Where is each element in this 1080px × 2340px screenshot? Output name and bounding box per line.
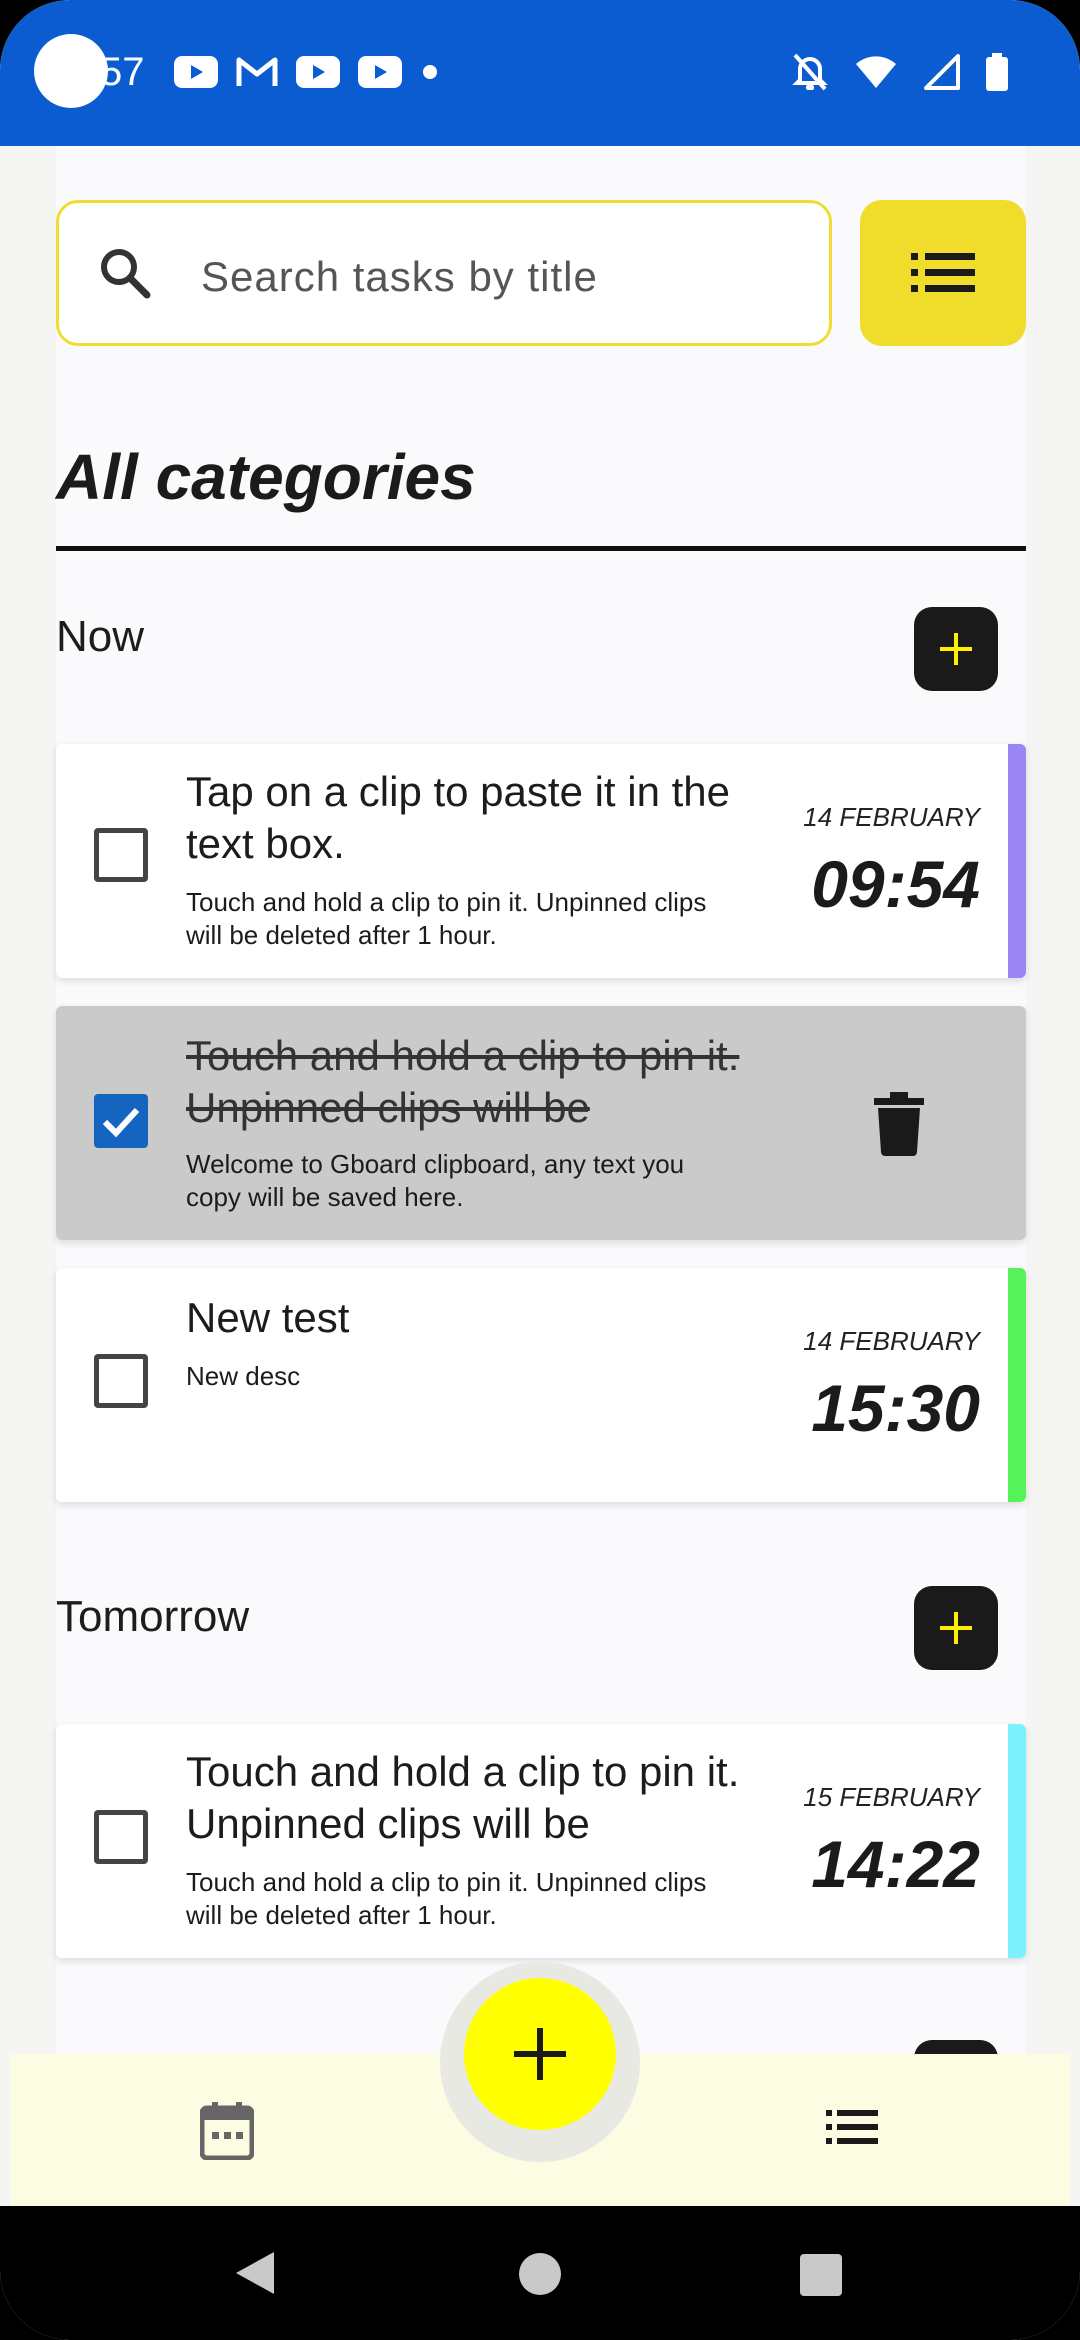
- recents-icon[interactable]: [800, 2254, 842, 2296]
- home-icon[interactable]: [519, 2253, 561, 2295]
- system-navigation-bar: [0, 2206, 1080, 2340]
- back-icon[interactable]: [234, 2250, 276, 2296]
- trash-icon[interactable]: [874, 1092, 924, 1156]
- add-task-tomorrow-button[interactable]: [914, 1586, 998, 1670]
- task-title: Tap on a clip to paste it in the text bo…: [186, 768, 731, 867]
- youtube-icon: [296, 56, 340, 88]
- signal-icon: [924, 54, 960, 90]
- task-description: Touch and hold a clip to pin it. Unpinne…: [186, 887, 707, 950]
- task-card[interactable]: New test New desc 14 FEBRUARY 15:30: [56, 1268, 1026, 1502]
- task-card[interactable]: Tap on a clip to paste it in the text bo…: [56, 744, 1026, 978]
- search-icon: [101, 249, 151, 299]
- system-status-icons: [792, 52, 1008, 92]
- task-date: 14 FEBRUARY: [803, 802, 980, 832]
- task-checkbox-checked[interactable]: [94, 1094, 148, 1148]
- youtube-icon: [174, 56, 218, 88]
- task-description: Touch and hold a clip to pin it. Unpinne…: [186, 1867, 707, 1930]
- checkmark-icon: [102, 1107, 140, 1138]
- task-description: New desc: [186, 1361, 301, 1391]
- battery-icon: [986, 53, 1008, 91]
- gmail-icon: [236, 57, 278, 86]
- task-checkbox[interactable]: [94, 1810, 148, 1864]
- view-toggle-button[interactable]: [860, 200, 1026, 346]
- task-description: Welcome to Gboard clipboard, any text yo…: [186, 1149, 685, 1212]
- list-icon[interactable]: [826, 2110, 878, 2144]
- task-title: Touch and hold a clip to pin it. Unpinne…: [186, 1032, 740, 1131]
- task-checkbox[interactable]: [94, 828, 148, 882]
- plus-icon: [514, 2028, 566, 2080]
- page-title: All categories: [56, 441, 476, 513]
- device-screen: 57 Search tasks by title All categories …: [0, 0, 1080, 2340]
- task-date: 15 FEBRUARY: [803, 1782, 980, 1812]
- section-label-now: Now: [56, 612, 145, 661]
- search-placeholder: Search tasks by title: [201, 253, 598, 300]
- status-time: 57: [100, 50, 145, 94]
- title-divider: [56, 546, 1026, 551]
- section-label-tomorrow: Tomorrow: [56, 1592, 250, 1641]
- camera-cutout: [34, 34, 108, 108]
- bell-off-icon: [792, 53, 828, 91]
- wifi-icon: [856, 56, 896, 88]
- task-time: 15:30: [811, 1371, 980, 1445]
- add-task-fab[interactable]: [464, 1978, 616, 2130]
- task-time: 09:54: [811, 847, 980, 921]
- task-title: Touch and hold a clip to pin it. Unpinne…: [186, 1748, 740, 1847]
- notification-icons: [174, 56, 440, 88]
- status-bar: 57: [0, 0, 1080, 146]
- task-time: 14:22: [811, 1827, 980, 1901]
- task-checkbox[interactable]: [94, 1354, 148, 1408]
- task-card-completed[interactable]: Touch and hold a clip to pin it. Unpinne…: [56, 1006, 1026, 1240]
- task-card[interactable]: Touch and hold a clip to pin it. Unpinne…: [56, 1724, 1026, 1958]
- plus-icon: [940, 1612, 972, 1644]
- task-date: 14 FEBRUARY: [803, 1326, 980, 1356]
- dot-icon: [423, 65, 437, 79]
- youtube-icon: [358, 56, 402, 88]
- search-input[interactable]: Search tasks by title: [56, 200, 832, 346]
- plus-icon: [940, 633, 972, 665]
- add-task-now-button[interactable]: [914, 607, 998, 691]
- category-color-bar: [1008, 744, 1026, 978]
- calendar-icon[interactable]: [200, 2102, 254, 2160]
- category-color-bar: [1008, 1724, 1026, 1958]
- list-icon: [911, 253, 975, 292]
- category-color-bar: [1008, 1268, 1026, 1502]
- task-title: New test: [186, 1294, 350, 1341]
